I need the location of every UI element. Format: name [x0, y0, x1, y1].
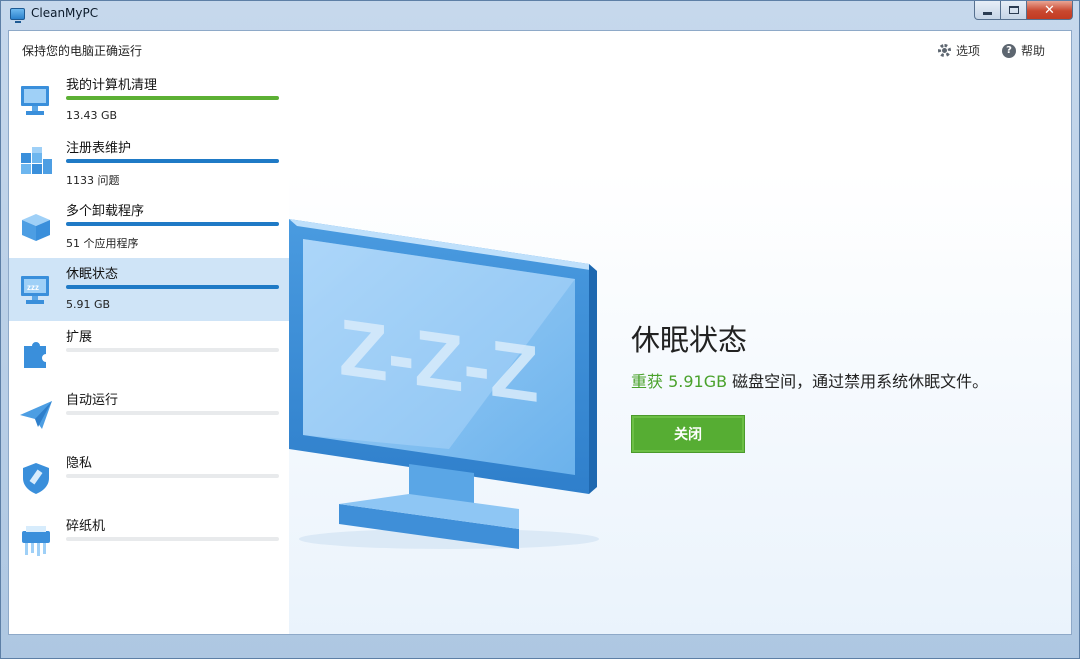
top-links: 选项 ? 帮助 [937, 42, 1045, 59]
top-bar: 保持您的电脑正确运行 选项 ? 帮助 [9, 31, 1071, 69]
help-link[interactable]: ? 帮助 [1001, 42, 1045, 59]
sidebar-item-label: 我的计算机清理 [66, 78, 158, 93]
box-icon [22, 214, 50, 241]
help-label: 帮助 [1020, 44, 1045, 58]
app-logo-icon [10, 8, 25, 23]
sidebar-item-label: 碎纸机 [66, 519, 106, 534]
sidebar-item[interactable]: 我的计算机清理 13.43 GB [9, 69, 289, 132]
sidebar-item[interactable]: 注册表维护 1133 问题 [9, 132, 289, 195]
close-icon: ✕ [1044, 2, 1055, 18]
sidebar-item-progress [66, 348, 279, 352]
progress-fill [66, 285, 279, 289]
tagline: 保持您的电脑正确运行 [22, 44, 143, 58]
monitor-icon [21, 86, 49, 115]
sidebar-item-progress [66, 159, 279, 163]
maximize-icon [1008, 6, 1019, 14]
sidebar-item-label: 自动运行 [66, 393, 119, 408]
window-title: CleanMyPC [31, 6, 99, 20]
window-controls: ✕ [974, 1, 1073, 21]
options-label: 选项 [955, 44, 980, 58]
sidebar-item-label: 隐私 [66, 456, 93, 471]
app-window: CleanMyPC ✕ 保持您的电脑正确运行 选项 ? 帮助 我的计算机清理 13… [0, 0, 1080, 659]
minimize-icon [983, 11, 992, 15]
shredder-icon [22, 526, 50, 556]
sidebar-item-sub: 51 个应用程序 [66, 237, 139, 250]
svg-text:zzz: zzz [27, 283, 39, 292]
client-area: 保持您的电脑正确运行 选项 ? 帮助 我的计算机清理 13.43 GB 注册表维护 1… [8, 30, 1072, 635]
sidebar-item-progress [66, 285, 279, 289]
progress-fill [66, 96, 279, 100]
sidebar-item[interactable]: 隐私 [9, 447, 289, 510]
progress-fill [66, 159, 279, 163]
sidebar-item-label: 多个卸载程序 [66, 204, 145, 219]
sidebar-item-sub: 13.43 GB [66, 109, 118, 122]
main-panel: Z-Z-Z 休眠状态 重获 5.91GB 磁盘空间，通过禁用系统休眠文件。 关闭 [289, 69, 1071, 634]
registry-cubes-icon [21, 147, 52, 174]
description-suffix: 磁盘空间，通过禁用系统休眠文件。 [727, 372, 989, 391]
sidebar: 我的计算机清理 13.43 GB 注册表维护 1133 问题多个卸载程序 51 个应用程… [9, 69, 289, 634]
help-icon: ? [1001, 43, 1016, 58]
sidebar-item[interactable]: 多个卸载程序 51 个应用程序 [9, 195, 289, 258]
paper-plane-icon [20, 401, 52, 429]
options-link[interactable]: 选项 [937, 42, 980, 59]
sidebar-item[interactable]: 自动运行 [9, 384, 289, 447]
hibernation-icon: zzz [21, 276, 49, 304]
maximize-button[interactable] [1001, 1, 1027, 20]
close-button[interactable]: ✕ [1027, 1, 1073, 20]
sidebar-item-label: 扩展 [66, 330, 93, 345]
turn-off-button[interactable]: 关闭 [631, 415, 745, 453]
sidebar-item-label: 注册表维护 [66, 141, 132, 156]
title-bar[interactable]: CleanMyPC ✕ [1, 1, 1079, 29]
sidebar-item-sub: 1133 问题 [66, 174, 120, 187]
sidebar-item-progress [66, 411, 279, 415]
sidebar-item[interactable]: zzz 休眠状态 5.91 GB [9, 258, 289, 321]
gear-icon [937, 44, 951, 57]
sidebar-item-label: 休眠状态 [66, 267, 119, 282]
description-prefix: 重获 [631, 372, 669, 391]
description: 重获 5.91GB 磁盘空间，通过禁用系统休眠文件。 [631, 368, 988, 392]
sidebar-item-sub: 5.91 GB [66, 298, 111, 311]
minimize-button[interactable] [974, 1, 1001, 20]
sidebar-item-progress [66, 96, 279, 100]
sidebar-item-progress [66, 537, 279, 541]
puzzle-icon [24, 342, 46, 368]
sidebar-item-progress [66, 474, 279, 478]
shield-brush-icon [23, 463, 49, 494]
sidebar-item-progress [66, 222, 279, 226]
reclaim-size: 5.91GB [668, 372, 728, 391]
sidebar-item[interactable]: 扩展 [9, 321, 289, 384]
hibernation-monitor-illustration: Z-Z-Z [289, 219, 599, 549]
progress-fill [66, 222, 279, 226]
sidebar-item[interactable]: 碎纸机 [9, 510, 289, 573]
page-title: 休眠状态 [631, 323, 748, 357]
